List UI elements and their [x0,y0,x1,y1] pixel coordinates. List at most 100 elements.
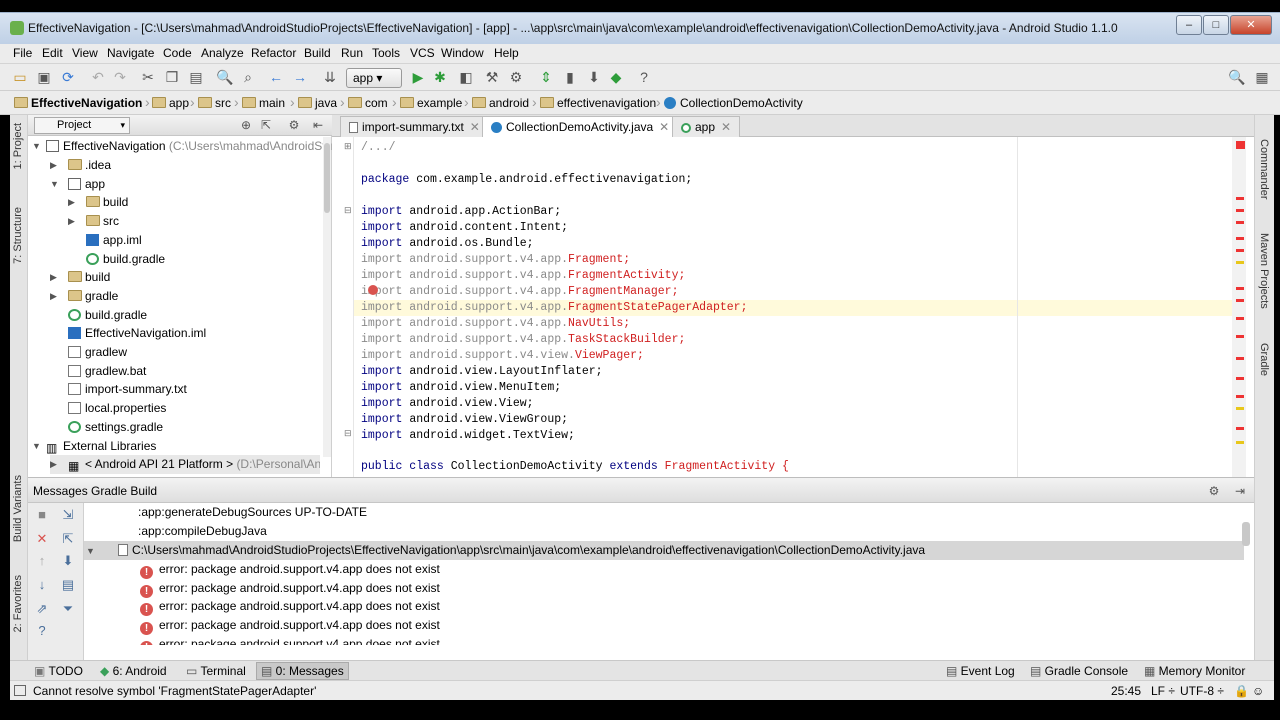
message-error[interactable]: !error: package android.support.v4.app d… [140,616,440,635]
scroll-from-source-icon[interactable]: ⊕ [238,117,254,133]
back-icon[interactable]: ← [268,69,284,85]
run-config-select[interactable]: app ▾ [346,68,402,88]
rerun-icon[interactable]: ⇗ [34,601,50,617]
tree-item-app-build-gradle[interactable]: build.gradle [86,250,165,269]
help-icon[interactable]: ? [636,69,652,85]
breadcrumb-app[interactable]: app [152,96,189,110]
tab-import-summary[interactable]: import-summary.txt ✕ [340,116,489,137]
error-indicator-icon[interactable] [1236,141,1245,149]
hide-panel-icon[interactable]: ⇥ [1232,483,1248,499]
menu-code[interactable]: Code [163,46,192,60]
gradle-tool-tab[interactable]: Gradle [1258,343,1270,376]
project-view-select[interactable]: Project ▾ [34,117,130,134]
tree-item-app[interactable]: ▼ app [50,175,105,194]
tab-app[interactable]: app ✕ [672,116,741,137]
breadcrumb-src[interactable]: src [198,96,231,110]
favorites-tool-tab[interactable]: 2: Favorites [12,575,24,632]
menu-navigate[interactable]: Navigate [107,46,154,60]
message-error[interactable]: !error: package android.support.v4.app d… [140,579,440,598]
message-file-line[interactable]: ▼ C:\Users\mahmad\AndroidStudioProjects\E… [86,541,925,560]
fold-icon[interactable]: ⊞ [344,141,352,152]
settings-icon[interactable]: ⚙ [508,69,524,85]
error-mark[interactable] [1236,335,1244,338]
expand-arrow-icon[interactable]: ▼ [86,542,102,561]
message-error[interactable]: !error: package android.support.v4.app d… [140,560,440,579]
menu-refactor[interactable]: Refactor [251,46,296,60]
hide-panel-icon[interactable]: ⇤ [310,117,326,133]
breadcrumb-class[interactable]: CollectionDemoActivity [664,96,803,110]
commander-tool-tab[interactable]: Commander [1258,139,1270,200]
tree-item-gradlew[interactable]: gradlew [68,343,127,362]
close-tab-icon[interactable]: ✕ [659,120,669,134]
menu-run[interactable]: Run [341,46,363,60]
next-icon[interactable]: ↓ [34,577,50,593]
file-encoding[interactable]: UTF-8 ÷ [1180,684,1224,698]
menu-view[interactable]: View [72,46,98,60]
menu-analyze[interactable]: Analyze [201,46,244,60]
layout-icon[interactable]: ▦ [1254,69,1270,85]
fold-icon[interactable]: ⊟ [344,205,352,216]
android-tab[interactable]: ◆ 6: Android [100,664,167,678]
project-tool-tab[interactable]: 1: Project [12,123,24,169]
gradle-console-tab[interactable]: ▤ Gradle Console [1030,664,1128,678]
debug-icon[interactable]: ✱ [432,69,448,85]
tree-item-app-iml[interactable]: app.iml [86,231,142,250]
error-mark[interactable] [1236,317,1244,320]
replace-icon[interactable]: ⌕ [240,69,256,85]
line-separator[interactable]: LF ÷ [1151,684,1175,698]
export-icon[interactable]: ⬇ [60,553,76,569]
breadcrumb-android[interactable]: android [472,96,529,110]
todo-tab[interactable]: ▣ TODO [34,664,83,678]
close-tab-icon[interactable]: ✕ [721,120,731,134]
breadcrumb-main[interactable]: main [242,96,285,110]
error-mark[interactable] [1236,221,1244,224]
run-icon[interactable]: ▶ [410,69,426,85]
tree-item-local-properties[interactable]: local.properties [68,399,166,418]
message-line[interactable]: :app:compileDebugJava [138,522,267,541]
tree-item-external-libraries[interactable]: ▼ ▥ External Libraries [32,437,156,456]
message-error[interactable]: !error: package android.support.v4.app d… [140,597,440,616]
code-area[interactable]: /.../ package com.example.android.effect… [354,137,1254,477]
error-mark[interactable] [1236,377,1244,380]
menu-file[interactable]: File [13,46,32,60]
tree-item-android-sdk[interactable]: ▶ ▦ < Android API 21 Platform > (D:\Person… [50,455,320,474]
tree-item-gradlew-bat[interactable]: gradlew.bat [68,362,146,381]
inspector-icon[interactable]: ☺ [1252,684,1264,698]
close-tab-icon[interactable]: ✕ [470,120,480,134]
tree-item-app-build[interactable]: ▶ build [68,193,128,212]
error-mark[interactable] [1236,209,1244,212]
error-bulb-icon[interactable] [368,285,378,295]
collapse-all-icon[interactable]: ⇱ [258,117,274,133]
breadcrumb-example[interactable]: example [400,96,462,110]
forward-icon[interactable]: → [292,69,308,85]
messages-scrollbar[interactable] [1242,522,1250,546]
error-mark[interactable] [1236,237,1244,240]
structure-tool-tab[interactable]: 7: Structure [12,207,24,264]
tree-item-build[interactable]: ▶ build [50,268,110,287]
event-log-tab[interactable]: ▤ Event Log [946,664,1015,678]
tree-item-settings-gradle[interactable]: settings.gradle [68,418,163,437]
maximize-button[interactable]: □ [1203,15,1229,35]
stop-icon[interactable]: ■ [34,507,50,523]
paste-icon[interactable]: ▤ [188,69,204,85]
breadcrumb-java[interactable]: java [298,96,337,110]
expand-all-icon[interactable]: ⇲ [60,507,76,523]
redo-icon[interactable]: ↷ [112,69,128,85]
tree-item-src[interactable]: ▶ src [68,212,119,231]
undo-icon[interactable]: ↶ [90,69,106,85]
save-icon[interactable]: ▣ [36,69,52,85]
tab-collectiondemoactivity[interactable]: CollectionDemoActivity.java ✕ [482,116,679,137]
gear-icon[interactable]: ⚙ [1206,483,1222,499]
collapse-all-icon[interactable]: ⇱ [60,531,76,547]
lock-icon[interactable]: 🔒 [1234,684,1249,698]
maven-projects-tool-tab[interactable]: Maven Projects [1258,233,1270,309]
caret-position[interactable]: 25:45 [1111,684,1141,698]
autoscroll-icon[interactable]: ▤ [60,577,76,593]
menu-help[interactable]: Help [494,46,519,60]
error-mark[interactable] [1236,395,1244,398]
error-mark[interactable] [1236,357,1244,360]
tree-item-project[interactable]: ▼ EffectiveNavigation (C:\Users\mahmad\An… [32,137,332,156]
breadcrumb-project[interactable]: EffectiveNavigation [14,96,142,110]
menu-edit[interactable]: Edit [42,46,63,60]
breadcrumb-effectivenavigation[interactable]: effectivenavigation [540,96,656,110]
